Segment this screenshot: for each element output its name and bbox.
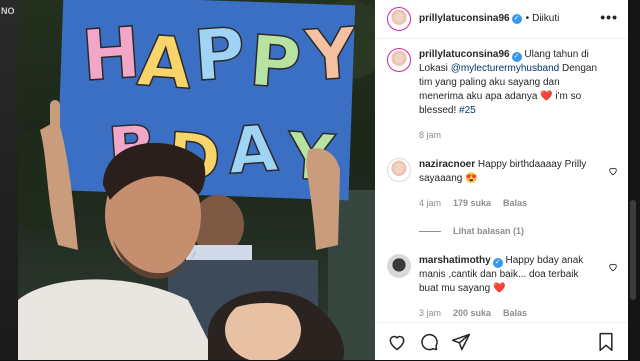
comment-item: naziracnoer Happy birthdaaaay Prilly say…	[375, 158, 628, 210]
like-icon[interactable]	[387, 332, 407, 352]
comment-meta: 4 jam 179 suka Balas	[419, 196, 600, 210]
comment-icon[interactable]	[419, 332, 439, 352]
comment-meta: 3 jam 200 suka Balas	[419, 306, 600, 320]
verified-icon: ✓	[511, 52, 522, 62]
caption-username[interactable]: prillylatuconsina96	[419, 49, 510, 60]
caption-meta: 8 jam	[419, 128, 600, 142]
avatar[interactable]	[387, 254, 411, 278]
scrollbar-thumb[interactable]	[630, 200, 636, 300]
view-replies-label: Lihat balasan (1)	[453, 226, 525, 236]
replies-line	[419, 230, 441, 232]
sign-letter: H	[79, 11, 143, 97]
raised-finger	[50, 100, 60, 130]
avatar[interactable]	[387, 48, 411, 72]
background-page-right	[628, 0, 640, 360]
comment-item: marshatimothy ✓ Happy bday anak manis ,ca…	[375, 254, 628, 320]
comment-time[interactable]: 4 jam	[419, 196, 441, 210]
sign-letter: Y	[302, 12, 361, 97]
heart-emoji: ❤️	[540, 91, 553, 102]
header-username[interactable]: prillylatuconsina96	[419, 12, 510, 26]
post-panel: prillylatuconsina96 ✓ • Diikuti ••• pril…	[375, 0, 628, 360]
sign-letter: P	[247, 20, 304, 105]
caption-hashtag-link[interactable]: #25	[459, 105, 476, 116]
sign-letter: A	[135, 20, 195, 106]
more-options-icon[interactable]: •••	[600, 10, 618, 24]
heart-icon[interactable]	[608, 262, 618, 277]
comment-username[interactable]: naziracnoer	[419, 159, 475, 170]
holding-hand	[306, 148, 340, 250]
caption-text: prillylatuconsina96 ✓ Ulang tahun di Loka…	[419, 48, 600, 118]
comment-text: marshatimothy ✓ Happy bday anak manis ,ca…	[419, 254, 600, 296]
comment-text: naziracnoer Happy birthdaaaay Prilly say…	[419, 158, 600, 186]
photo-illustration: HAPPYBDAY	[18, 0, 375, 360]
verified-icon: ✓	[511, 14, 522, 24]
comment-likes[interactable]: 179 suka	[453, 196, 491, 210]
heart-icon[interactable]	[608, 166, 618, 181]
avatar[interactable]	[387, 7, 411, 31]
view-replies-button[interactable]: Lihat balasan (1)	[419, 224, 628, 238]
separator-dot: •	[525, 13, 530, 24]
comment-emoji: 😍	[465, 173, 478, 184]
post-header: prillylatuconsina96 ✓ • Diikuti •••	[375, 0, 628, 39]
post-actions-bar	[375, 322, 628, 361]
comment-emoji: ❤️	[492, 283, 506, 294]
follow-status-button[interactable]: Diikuti	[532, 12, 559, 26]
caption: prillylatuconsina96 ✓ Ulang tahun di Loka…	[375, 48, 628, 142]
background-text: NO	[1, 6, 15, 16]
caption-time[interactable]: 8 jam	[419, 128, 441, 142]
woman-face	[225, 298, 301, 360]
comments-list: prillylatuconsina96 ✓ Ulang tahun di Loka…	[375, 48, 628, 320]
bookmark-icon[interactable]	[596, 332, 616, 352]
comment-username[interactable]: marshatimothy	[419, 255, 491, 266]
comment-likes[interactable]: 200 suka	[453, 306, 491, 320]
verified-icon: ✓	[492, 258, 503, 268]
share-icon[interactable]	[451, 332, 471, 352]
sign-letter: A	[226, 112, 281, 189]
comment-time[interactable]: 3 jam	[419, 306, 441, 320]
reply-button[interactable]: Balas	[503, 306, 527, 320]
sign-letter: P	[191, 12, 248, 97]
post-photo[interactable]: HAPPYBDAY	[18, 0, 375, 360]
reply-button[interactable]: Balas	[503, 196, 527, 210]
avatar[interactable]	[387, 158, 411, 182]
caption-mention-link[interactable]: @mylecturermyhusband	[451, 63, 560, 74]
background-page-left: NO	[0, 0, 18, 360]
